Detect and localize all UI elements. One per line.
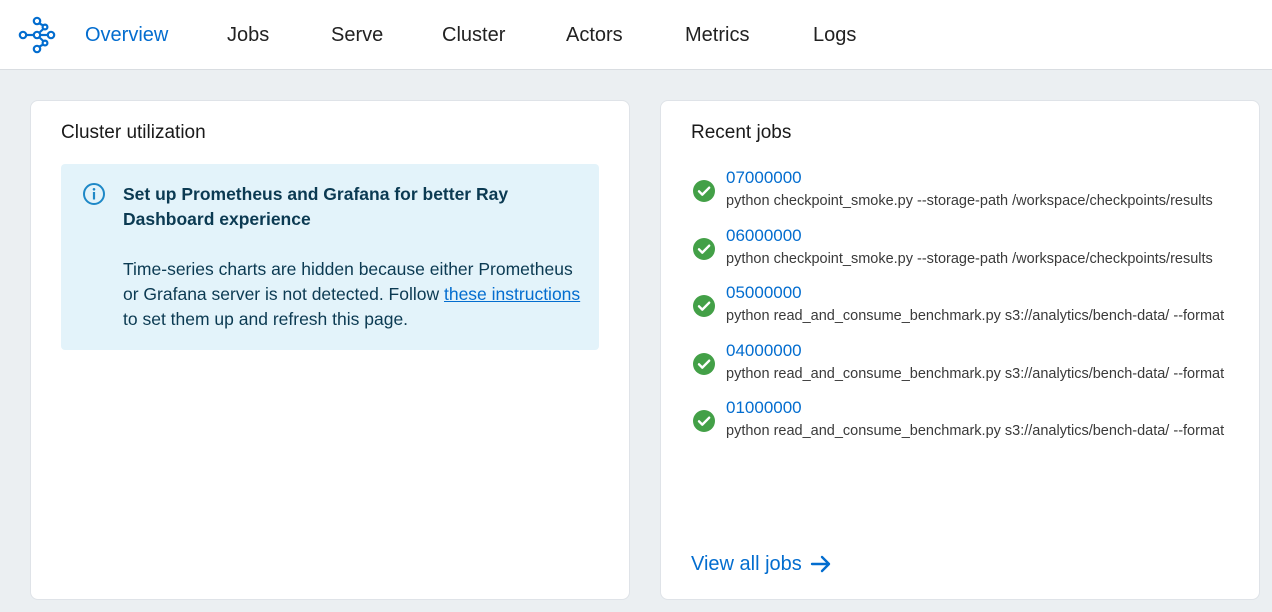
info-icon xyxy=(83,183,105,205)
success-check-icon xyxy=(693,180,715,202)
job-command: python read_and_consume_benchmark.py s3:… xyxy=(726,366,1225,382)
card-title: Cluster utilization xyxy=(61,122,206,143)
alert-body-text-end: to set them up and refresh this page. xyxy=(123,309,409,329)
nav-tab-cluster[interactable]: Cluster xyxy=(442,22,505,48)
job-command: python checkpoint_smoke.py --storage-pat… xyxy=(726,193,1213,209)
nav-tab-serve[interactable]: Serve xyxy=(331,22,383,48)
alert-title: Set up Prometheus and Grafana for better… xyxy=(123,184,509,229)
job-row: 05000000 python read_and_consume_benchma… xyxy=(691,282,1231,330)
nav-tab-metrics[interactable]: Metrics xyxy=(685,22,749,48)
alert-body: Time-series charts are hidden because ei… xyxy=(123,257,593,332)
nav-tab-overview[interactable]: Overview xyxy=(85,22,168,48)
instructions-link[interactable]: these instructions xyxy=(444,284,580,304)
cluster-utilization-card: Cluster utilization Set up Prometheus an… xyxy=(30,100,630,600)
job-row: 04000000 python read_and_consume_benchma… xyxy=(691,340,1231,388)
job-id-link[interactable]: 01000000 xyxy=(726,397,802,419)
nav-tab-actors[interactable]: Actors xyxy=(566,22,623,48)
card-title: Recent jobs xyxy=(691,122,792,143)
job-command: python checkpoint_smoke.py --storage-pat… xyxy=(726,251,1213,267)
job-command: python read_and_consume_benchmark.py s3:… xyxy=(726,423,1225,439)
job-row: 07000000 python checkpoint_smoke.py --st… xyxy=(691,167,1231,215)
job-id-link[interactable]: 06000000 xyxy=(726,225,802,247)
recent-jobs-card: Recent jobs 07000000 python checkpoint_s… xyxy=(660,100,1260,600)
view-all-jobs-label: View all jobs xyxy=(691,553,802,575)
success-check-icon xyxy=(693,353,715,375)
view-all-jobs-link[interactable]: View all jobs xyxy=(691,551,832,577)
job-row: 01000000 python read_and_consume_benchma… xyxy=(691,397,1231,445)
success-check-icon xyxy=(693,295,715,317)
success-check-icon xyxy=(693,410,715,432)
success-check-icon xyxy=(693,238,715,260)
nav-tab-jobs[interactable]: Jobs xyxy=(227,22,269,48)
ray-logo-icon[interactable] xyxy=(18,16,56,54)
job-row: 06000000 python checkpoint_smoke.py --st… xyxy=(691,225,1231,273)
arrow-right-icon xyxy=(810,555,831,573)
job-id-link[interactable]: 04000000 xyxy=(726,340,802,362)
job-id-link[interactable]: 07000000 xyxy=(726,167,802,189)
job-id-link[interactable]: 05000000 xyxy=(726,282,802,304)
nav-tab-logs[interactable]: Logs xyxy=(813,22,856,48)
top-navigation-bar: Overview Jobs Serve Cluster Actors Metri… xyxy=(0,0,1272,70)
prometheus-info-alert: Set up Prometheus and Grafana for better… xyxy=(61,164,599,350)
job-command: python read_and_consume_benchmark.py s3:… xyxy=(726,308,1225,324)
